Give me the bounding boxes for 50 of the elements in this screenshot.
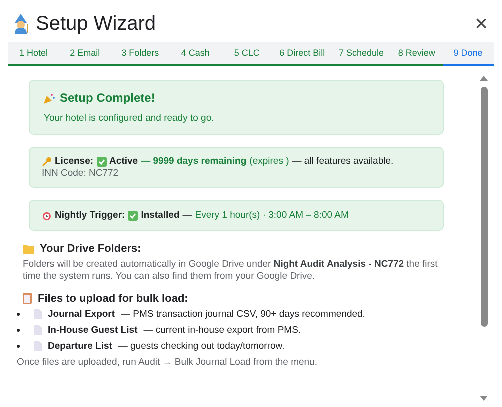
step-tab[interactable]: 1 Hotel [8,42,60,66]
trigger-dash: — [182,210,192,221]
document-icon [34,309,42,320]
wizard-icon [12,14,30,34]
step-tab[interactable]: 7 Schedule [332,42,392,66]
step-tab[interactable]: 5 CLC [221,42,273,66]
window-title: Setup Wizard [36,12,158,36]
folders-heading: Your Drive Folders: [40,243,142,255]
step-tab[interactable]: 4 Cash [170,42,222,66]
license-expires: (expires ) [250,156,290,167]
complete-title: Setup Complete! [60,91,156,105]
step-tab[interactable]: 9 Done [442,42,494,66]
license-status: Active [110,156,138,167]
document-icon [34,325,42,336]
file-name: Departure List [48,340,112,352]
license-remaining: — 9999 days remaining [141,156,247,167]
folder-icon [23,244,34,254]
inn-code: INN Code: NC772 [42,168,120,179]
close-button[interactable]: × [473,13,490,35]
trigger-status: Installed [141,210,180,221]
bullet-icon [17,328,20,332]
trigger-label: Nightly Trigger: [55,210,126,221]
trigger-schedule: Every 1 hour(s) · 3:00 AM – 8:00 AM [195,210,349,221]
license-note: — all features available. [292,156,394,167]
scroll-down-icon[interactable] [480,396,488,401]
step-tab[interactable]: 3 Folders [110,42,170,66]
step-tab[interactable]: 2 Email [59,42,111,66]
complete-message: Your hotel is configured and ready to go. [44,113,216,124]
clipboard-icon [23,293,32,304]
step-tab[interactable]: 8 Review [391,42,443,66]
check-icon [128,210,138,220]
file-description: — guests checking out today/tomorrow. [118,340,285,352]
check-icon [96,156,107,166]
file-description: — current in-house export from PMS. [144,324,302,336]
files-heading: Files to upload for bulk load: [38,292,188,305]
party-popper-icon [44,92,55,104]
footer-note: Once files are uploaded, run Audit → Bulk Journal Load from the menu. [17,356,318,368]
bullet-icon [17,344,20,348]
file-name: In-House Guest List [48,324,138,336]
folders-description: Folders will be created automatically in Google Drive under Night Audit Analysis - NC772 the first time the system runs. You can also find them from your Google Drive. [23,259,439,283]
scroll-up-icon[interactable] [480,76,488,81]
step-tab[interactable]: 6 Direct Bill [272,42,332,66]
document-icon [34,341,42,352]
alarm-clock-icon [42,210,52,220]
file-name: Journal Export [48,308,116,320]
file-description: — PMS transaction journal CSV, 90+ days recommended. [121,308,366,320]
license-label: License: [55,156,94,167]
scrollbar-thumb[interactable] [480,87,488,327]
key-icon [42,156,52,166]
bullet-icon [17,312,20,316]
